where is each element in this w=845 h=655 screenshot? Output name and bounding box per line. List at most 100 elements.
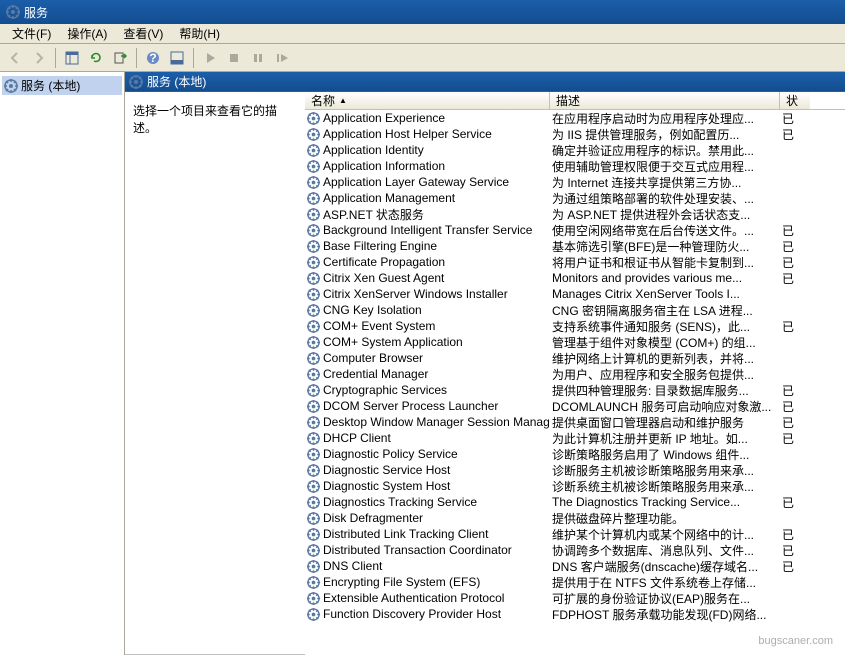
service-row[interactable]: Cryptographic Services提供四种管理服务: 目录数据库服务.… xyxy=(305,382,845,398)
service-name-label: Encrypting File System (EFS) xyxy=(323,575,480,589)
service-row[interactable]: Application Host Helper Service为 IIS 提供管… xyxy=(305,126,845,142)
gear-icon xyxy=(307,384,320,397)
menu-file[interactable]: 文件(F) xyxy=(4,23,59,44)
gear-icon xyxy=(307,272,320,285)
service-row[interactable]: Application Identity确定并验证应用程序的标识。禁用此... xyxy=(305,142,845,158)
service-row[interactable]: Encrypting File System (EFS)提供用于在 NTFS 文… xyxy=(305,574,845,590)
service-row[interactable]: Diagnostic System Host诊断系统主机被诊断策略服务用来承..… xyxy=(305,478,845,494)
gear-icon xyxy=(307,464,320,477)
gear-icon xyxy=(307,560,320,573)
service-desc-cell: Monitors and provides various me... xyxy=(550,271,780,285)
service-desc-cell: 维护某个计算机内或某个网络中的计... xyxy=(550,526,780,543)
service-row[interactable]: Application Information使用辅助管理权限便于交互式应用程.… xyxy=(305,158,845,174)
service-row[interactable]: ASP.NET 状态服务为 ASP.NET 提供进程外会话状态支... xyxy=(305,206,845,222)
view-bottom-button[interactable] xyxy=(166,47,188,69)
service-row[interactable]: DNS ClientDNS 客户端服务(dnscache)缓存域名...已 xyxy=(305,558,845,574)
service-row[interactable]: Diagnostic Service Host诊断服务主机被诊断策略服务用来承.… xyxy=(305,462,845,478)
service-desc-cell: 提供磁盘碎片整理功能。 xyxy=(550,510,780,527)
service-desc-cell: 提供桌面窗口管理器启动和维护服务 xyxy=(550,414,780,431)
service-status-cell: 已 xyxy=(780,542,810,559)
service-row[interactable]: Application Experience在应用程序启动时为应用程序处理应..… xyxy=(305,110,845,126)
service-name-cell: Diagnostics Tracking Service xyxy=(305,495,550,509)
service-name-label: Computer Browser xyxy=(323,351,423,365)
service-row[interactable]: Citrix XenServer Windows InstallerManage… xyxy=(305,286,845,302)
service-row[interactable]: COM+ Event System支持系统事件通知服务 (SENS)，此...已 xyxy=(305,318,845,334)
service-desc-cell: The Diagnostics Tracking Service... xyxy=(550,495,780,509)
title-bar: 服务 xyxy=(0,0,845,24)
service-row[interactable]: Base Filtering Engine 基本筛选引擎(BFE)是一种管理防火.… xyxy=(305,238,845,254)
service-status-cell: 已 xyxy=(780,222,810,239)
service-row[interactable]: Distributed Link Tracking Client维护某个计算机内… xyxy=(305,526,845,542)
gear-icon xyxy=(307,336,320,349)
service-name-label: DHCP Client xyxy=(323,431,391,445)
service-row[interactable]: Computer Browser 维护网络上计算机的更新列表，并将... xyxy=(305,350,845,366)
gear-icon xyxy=(307,240,320,253)
list-rows: Application Experience在应用程序启动时为应用程序处理应..… xyxy=(305,110,845,655)
service-status-cell: 已 xyxy=(780,110,810,127)
gear-icon xyxy=(307,496,320,509)
service-desc-cell: 为 ASP.NET 提供进程外会话状态支... xyxy=(550,206,780,223)
service-name-label: Application Identity xyxy=(323,143,424,157)
service-name-cell: Application Management xyxy=(305,191,550,205)
service-status-cell: 已 xyxy=(780,558,810,575)
gear-icon xyxy=(307,352,320,365)
service-row[interactable]: Extensible Authentication Protocol可扩展的身份… xyxy=(305,590,845,606)
service-row[interactable]: Credential Manager为用户、应用程序和安全服务包提供... xyxy=(305,366,845,382)
service-desc-cell: 在应用程序启动时为应用程序处理应... xyxy=(550,110,780,127)
app-title: 服务 xyxy=(24,4,48,21)
service-row[interactable]: Disk Defragmenter提供磁盘碎片整理功能。 xyxy=(305,510,845,526)
service-name-label: Background Intelligent Transfer Service xyxy=(323,223,532,237)
col-desc[interactable]: 描述 xyxy=(550,92,780,109)
gear-icon xyxy=(307,304,320,317)
service-row[interactable]: Distributed Transaction Coordinator协调跨多个… xyxy=(305,542,845,558)
menu-action[interactable]: 操作(A) xyxy=(59,23,115,44)
service-row[interactable]: Diagnostic Policy Service诊断策略服务启用了 Windo… xyxy=(305,446,845,462)
service-row[interactable]: Citrix Xen Guest AgentMonitors and provi… xyxy=(305,270,845,286)
service-row[interactable]: Desktop Window Manager Session Manager提供… xyxy=(305,414,845,430)
service-row[interactable]: Certificate Propagation将用户证书和根证书从智能卡复制到.… xyxy=(305,254,845,270)
service-desc-cell: 诊断策略服务启用了 Windows 组件... xyxy=(550,446,780,463)
service-name-cell: Diagnostic Policy Service xyxy=(305,447,550,461)
service-desc-cell: 将用户证书和根证书从智能卡复制到... xyxy=(550,254,780,271)
service-desc-cell: 协调跨多个数据库、消息队列、文件... xyxy=(550,542,780,559)
service-status-cell: 已 xyxy=(780,126,810,143)
service-name-cell: ASP.NET 状态服务 xyxy=(305,206,550,223)
service-row[interactable]: Background Intelligent Transfer Service使… xyxy=(305,222,845,238)
refresh-button[interactable] xyxy=(85,47,107,69)
service-row[interactable]: CNG Key IsolationCNG 密钥隔离服务宿主在 LSA 进程... xyxy=(305,302,845,318)
service-row[interactable]: Diagnostics Tracking Service The Diagnost… xyxy=(305,494,845,510)
service-row[interactable]: Function Discovery Provider HostFDPHOST … xyxy=(305,606,845,622)
service-desc-cell: 基本筛选引擎(BFE)是一种管理防火... xyxy=(550,238,780,255)
right-header-title: 服务 (本地) xyxy=(147,73,206,90)
col-name[interactable]: 名称▲ xyxy=(305,92,550,109)
service-name-label: DNS Client xyxy=(323,559,382,573)
menu-view[interactable]: 查看(V) xyxy=(115,23,171,44)
gear-icon xyxy=(4,79,18,93)
service-name-cell: Credential Manager xyxy=(305,367,550,381)
service-name-label: Base Filtering Engine xyxy=(323,239,437,253)
col-status[interactable]: 状 xyxy=(780,92,810,109)
tree-root-item[interactable]: 服务 (本地) xyxy=(2,76,122,95)
gear-icon xyxy=(307,544,320,557)
app-icon xyxy=(6,5,20,19)
service-row[interactable]: DCOM Server Process LauncherDCOMLAUNCH 服… xyxy=(305,398,845,414)
gear-icon xyxy=(307,208,320,221)
service-desc-cell: FDPHOST 服务承载功能发现(FD)网络... xyxy=(550,606,780,623)
details-pane-button[interactable] xyxy=(61,47,83,69)
service-row[interactable]: DHCP Client为此计算机注册并更新 IP 地址。如...已 xyxy=(305,430,845,446)
help-button[interactable]: ? xyxy=(142,47,164,69)
service-desc-cell: 维护网络上计算机的更新列表，并将... xyxy=(550,350,780,367)
service-row[interactable]: Application Layer Gateway Service为 Inter… xyxy=(305,174,845,190)
service-row[interactable]: Application Management为通过组策略部署的软件处理安装、..… xyxy=(305,190,845,206)
service-name-cell: Citrix XenServer Windows Installer xyxy=(305,287,550,301)
service-desc-cell: 支持系统事件通知服务 (SENS)，此... xyxy=(550,318,780,335)
service-status-cell: 已 xyxy=(780,238,810,255)
export-list-button[interactable] xyxy=(109,47,131,69)
service-name-label: Diagnostics Tracking Service xyxy=(323,495,477,509)
menu-bar: 文件(F) 操作(A) 查看(V) 帮助(H) xyxy=(0,24,845,44)
menu-help[interactable]: 帮助(H) xyxy=(171,23,228,44)
service-name-cell: Application Layer Gateway Service xyxy=(305,175,550,189)
service-name-cell: Distributed Transaction Coordinator xyxy=(305,543,550,557)
service-row[interactable]: COM+ System Application管理基于组件对象模型 (COM+)… xyxy=(305,334,845,350)
detail-pane: 选择一个项目来查看它的描述。 xyxy=(125,92,305,655)
